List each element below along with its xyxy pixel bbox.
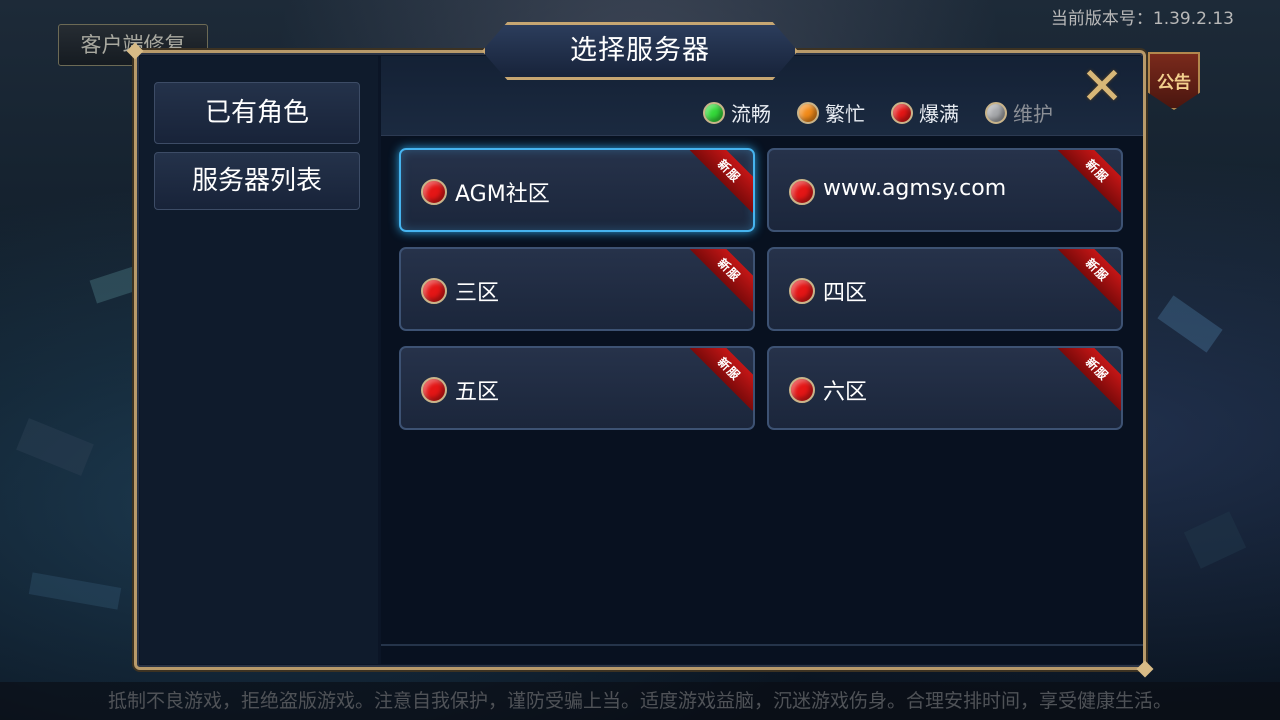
tab-server-list[interactable]: 服务器列表 xyxy=(154,152,360,210)
new-server-ribbon: 新服 xyxy=(1055,150,1121,213)
red-status-icon xyxy=(891,101,913,124)
server-card[interactable]: 六区 新服 xyxy=(767,346,1123,430)
legend-maintenance: 维护 xyxy=(985,98,1053,127)
legend-full: 爆满 xyxy=(891,98,959,127)
server-name: www.agmsy.com xyxy=(823,176,1007,201)
close-icon[interactable]: ✕ xyxy=(1079,61,1125,113)
background-shard xyxy=(28,572,122,610)
server-card[interactable]: www.agmsy.com 新服 xyxy=(767,148,1123,232)
tab-existing-characters[interactable]: 已有角色 xyxy=(154,82,360,144)
red-status-icon xyxy=(421,377,447,403)
server-card[interactable]: AGM社区 新服 xyxy=(399,148,755,232)
background-shard xyxy=(1183,511,1247,569)
server-name: 三区 xyxy=(455,281,500,306)
server-select-dialog: 已有角色 服务器列表 流畅 繁忙 爆满 维护 AGM社区 新服 www.agms… xyxy=(134,50,1146,670)
red-status-icon xyxy=(421,278,447,304)
new-server-ribbon: 新服 xyxy=(1055,348,1121,411)
dialog-sidebar: 已有角色 服务器列表 xyxy=(140,56,378,664)
server-card[interactable]: 五区 新服 xyxy=(399,346,755,430)
server-list-panel: 流畅 繁忙 爆满 维护 AGM社区 新服 www.agmsy.com 新服 三区… xyxy=(381,56,1143,664)
dialog-title: 选择服务器 xyxy=(482,22,798,80)
server-name: 四区 xyxy=(823,281,868,306)
legend-smooth: 流畅 xyxy=(703,98,771,127)
background-shard xyxy=(16,418,94,476)
new-server-ribbon: 新服 xyxy=(1055,249,1121,312)
red-status-icon xyxy=(789,377,815,403)
new-server-ribbon: 新服 xyxy=(687,348,753,411)
legend-busy: 繁忙 xyxy=(797,98,865,127)
background-shard xyxy=(1157,295,1223,353)
gray-status-icon xyxy=(985,101,1007,124)
health-notice-footer: 抵制不良游戏，拒绝盗版游戏。注意自我保护，谨防受骗上当。适度游戏益脑，沉迷游戏伤… xyxy=(0,682,1280,720)
server-card[interactable]: 四区 新服 xyxy=(767,247,1123,331)
red-status-icon xyxy=(789,179,815,205)
server-name: AGM社区 xyxy=(455,182,550,207)
server-name: 五区 xyxy=(455,380,500,405)
red-status-icon xyxy=(421,179,447,205)
divider xyxy=(381,644,1143,646)
green-status-icon xyxy=(703,101,725,124)
notice-label: 公告 xyxy=(1157,73,1191,93)
legend-label: 繁忙 xyxy=(825,102,865,126)
version-label: 当前版本号：1.39.2.13 xyxy=(1050,9,1234,29)
server-name: 六区 xyxy=(823,380,868,405)
red-status-icon xyxy=(789,278,815,304)
legend-label: 爆满 xyxy=(919,102,959,126)
status-legend: 流畅 繁忙 爆满 维护 xyxy=(703,98,1053,127)
orange-status-icon xyxy=(797,101,819,124)
new-server-ribbon: 新服 xyxy=(687,150,753,213)
server-card[interactable]: 三区 新服 xyxy=(399,247,755,331)
legend-label: 流畅 xyxy=(731,102,771,126)
notice-button[interactable]: 公告 xyxy=(1148,52,1200,110)
legend-label: 维护 xyxy=(1013,102,1053,126)
new-server-ribbon: 新服 xyxy=(687,249,753,312)
